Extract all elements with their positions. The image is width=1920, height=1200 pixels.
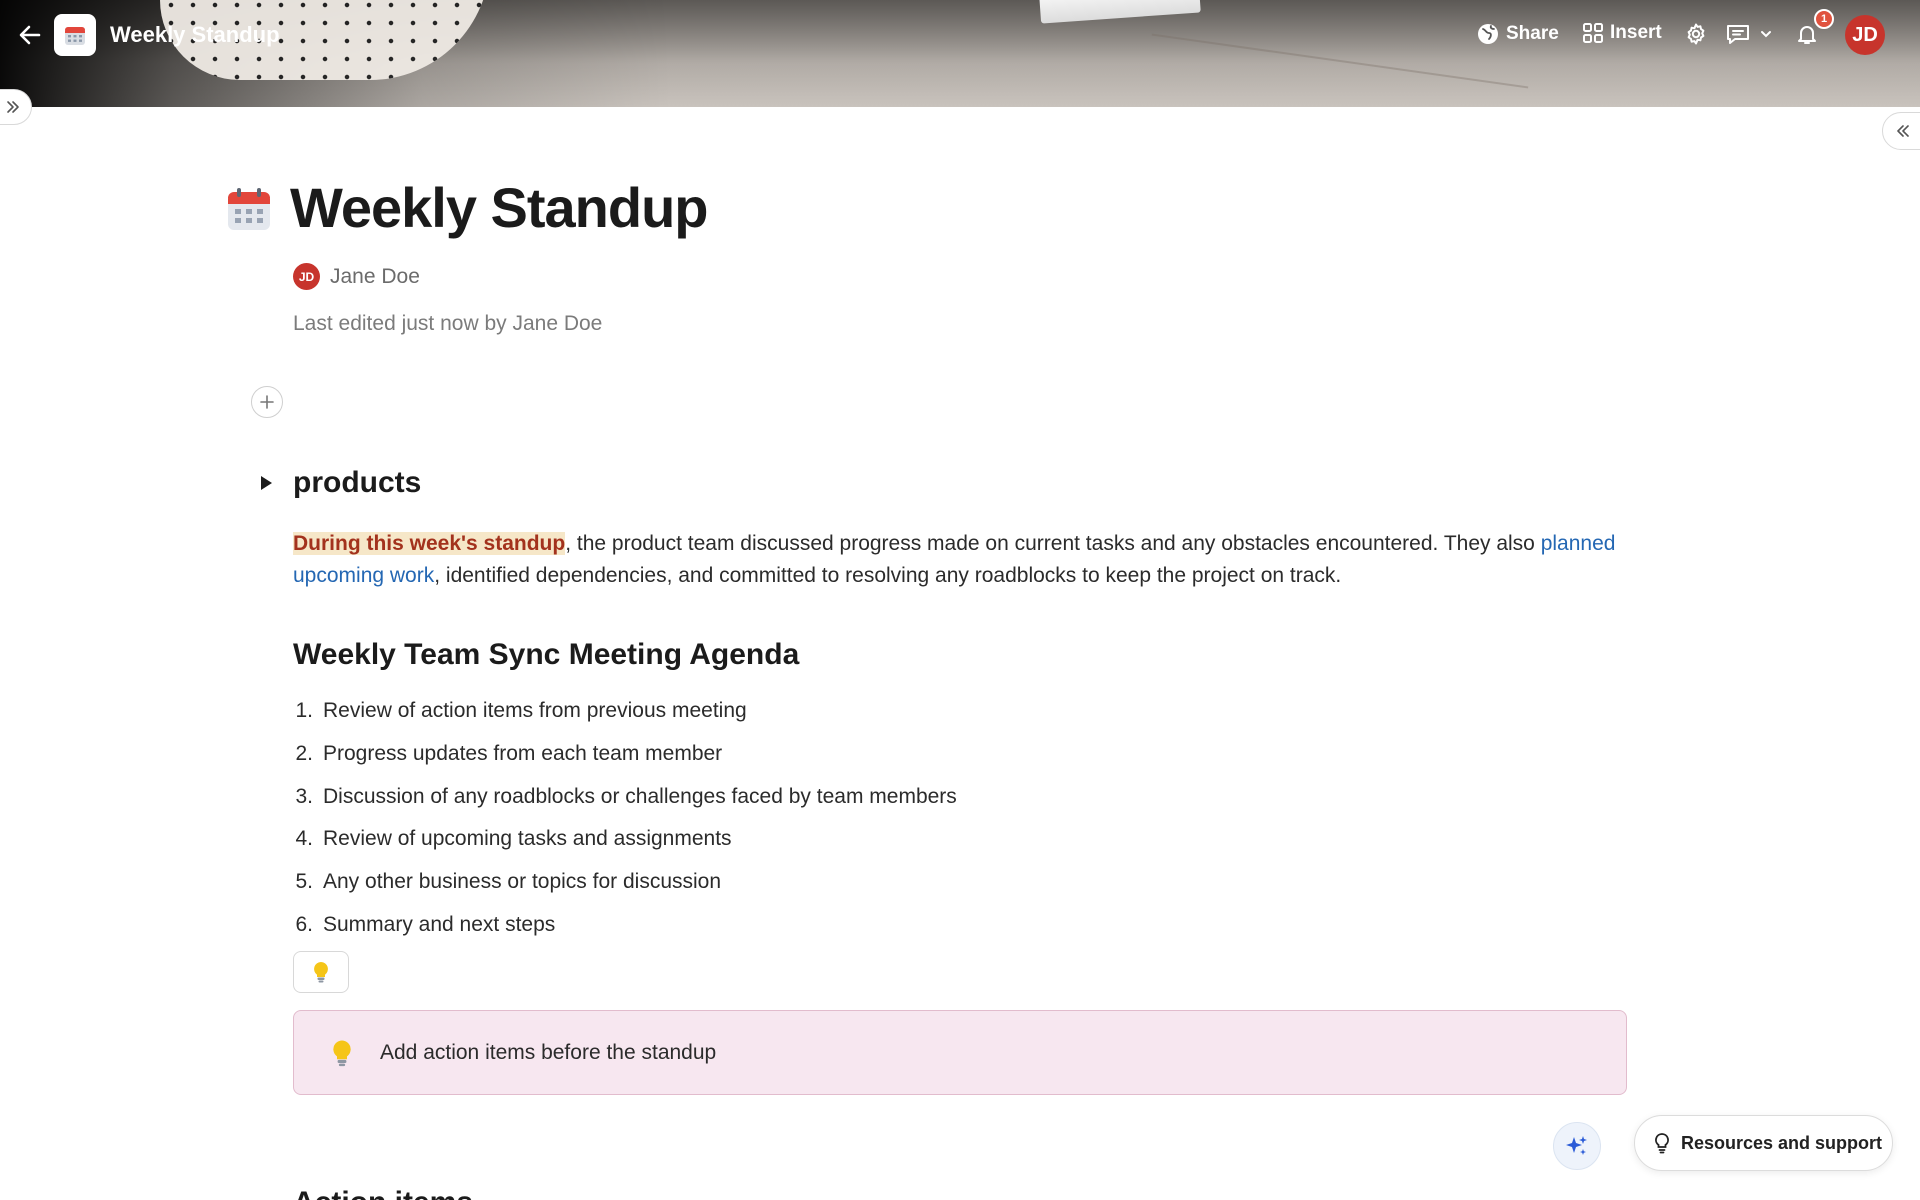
- comments-button[interactable]: [1725, 22, 1773, 46]
- gear-icon: [1687, 23, 1705, 45]
- list-item[interactable]: 3. Discussion of any roadblocks or challe…: [293, 775, 957, 818]
- author-name[interactable]: Jane Doe: [330, 265, 420, 289]
- settings-button[interactable]: [1684, 22, 1708, 46]
- doc-title-breadcrumb[interactable]: Weekly Standup: [110, 22, 280, 48]
- list-item-text: Review of action items from previous mee…: [323, 699, 747, 723]
- list-number: 6.: [295, 912, 313, 936]
- comment-icon: [1727, 25, 1749, 44]
- collapse-toggle-icon[interactable]: [258, 474, 274, 492]
- grid-icon: [1583, 23, 1603, 43]
- list-number: 1.: [295, 699, 313, 723]
- user-avatar[interactable]: JD: [1845, 15, 1885, 55]
- doc-icon-button[interactable]: [54, 14, 96, 56]
- page-title[interactable]: Weekly Standup: [290, 175, 709, 240]
- callout-icon-chip[interactable]: [293, 951, 349, 993]
- list-item-text: Summary and next steps: [323, 912, 556, 936]
- share-button[interactable]: Share: [1476, 22, 1559, 46]
- list-item-text: Review of upcoming tasks and assignments: [323, 827, 732, 851]
- insert-button[interactable]: Insert: [1582, 22, 1662, 44]
- section-heading-action-items[interactable]: Action items: [293, 1188, 473, 1200]
- list-item-text: Any other business or topics for discuss…: [323, 870, 722, 894]
- agenda-list: 1. Review of action items from previous m…: [293, 690, 957, 946]
- list-number: 5.: [295, 870, 313, 894]
- section-heading-products[interactable]: products: [293, 466, 421, 500]
- notifications-button[interactable]: [1795, 22, 1819, 46]
- lightbulb-icon: [314, 962, 328, 983]
- resources-label: Resources and support: [1681, 1132, 1883, 1153]
- plus-icon: [260, 395, 274, 409]
- double-chevron-right-icon: [7, 101, 19, 113]
- last-edited-text: Last edited just now by Jane Doe: [293, 312, 603, 335]
- callout-block[interactable]: Add action items before the standup: [293, 1010, 1627, 1095]
- paragraph-text-2: , identified dependencies, and committed…: [434, 564, 1342, 587]
- add-block-button[interactable]: [251, 386, 283, 418]
- list-number: 4.: [295, 827, 313, 851]
- globe-icon: [1478, 24, 1498, 44]
- resources-support-button[interactable]: Resources and support: [1634, 1115, 1893, 1171]
- list-number: 3.: [295, 784, 313, 808]
- ai-assistant-button[interactable]: [1553, 1122, 1601, 1170]
- list-item[interactable]: 5. Any other business or topics for discu…: [293, 861, 957, 904]
- share-label: Share: [1506, 23, 1559, 44]
- list-item[interactable]: 1. Review of action items from previous m…: [293, 690, 957, 733]
- author-avatar[interactable]: JD: [293, 263, 320, 290]
- paragraph-text-1: , the product team discussed progress ma…: [565, 532, 1541, 555]
- calendar-icon: [65, 27, 85, 45]
- callout-text: Add action items before the standup: [380, 1040, 717, 1064]
- chevron-down-icon: [1761, 31, 1771, 38]
- lightbulb-icon: [333, 1040, 351, 1066]
- bell-icon: [1798, 26, 1816, 44]
- summary-paragraph[interactable]: During this week's standup, the product …: [293, 528, 1633, 592]
- list-item-text: Progress updates from each team member: [323, 742, 723, 766]
- top-bar: Weekly Standup Share Insert 1 JD: [0, 0, 1920, 70]
- double-chevron-left-icon: [1897, 125, 1909, 137]
- author-row: JD Jane Doe: [293, 263, 420, 290]
- insert-label: Insert: [1610, 22, 1662, 43]
- list-item[interactable]: 6. Summary and next steps: [293, 903, 957, 946]
- notification-badge: 1: [1814, 9, 1834, 29]
- list-item[interactable]: 4. Review of upcoming tasks and assignmen…: [293, 818, 957, 861]
- lightbulb-outline-icon: [1655, 1133, 1669, 1154]
- list-item[interactable]: 2. Progress updates from each team member: [293, 733, 957, 776]
- agenda-heading[interactable]: Weekly Team Sync Meeting Agenda: [293, 638, 799, 672]
- expand-sidebar-toggle[interactable]: [0, 89, 32, 125]
- back-arrow-icon[interactable]: [16, 21, 44, 49]
- expand-right-panel-toggle[interactable]: [1882, 112, 1920, 150]
- highlighted-text: During this week's standup: [293, 532, 566, 555]
- calendar-icon[interactable]: [226, 186, 272, 232]
- list-number: 2.: [295, 742, 313, 766]
- sparkle-icon: [1566, 1136, 1587, 1155]
- list-item-text: Discussion of any roadblocks or challeng…: [323, 784, 957, 808]
